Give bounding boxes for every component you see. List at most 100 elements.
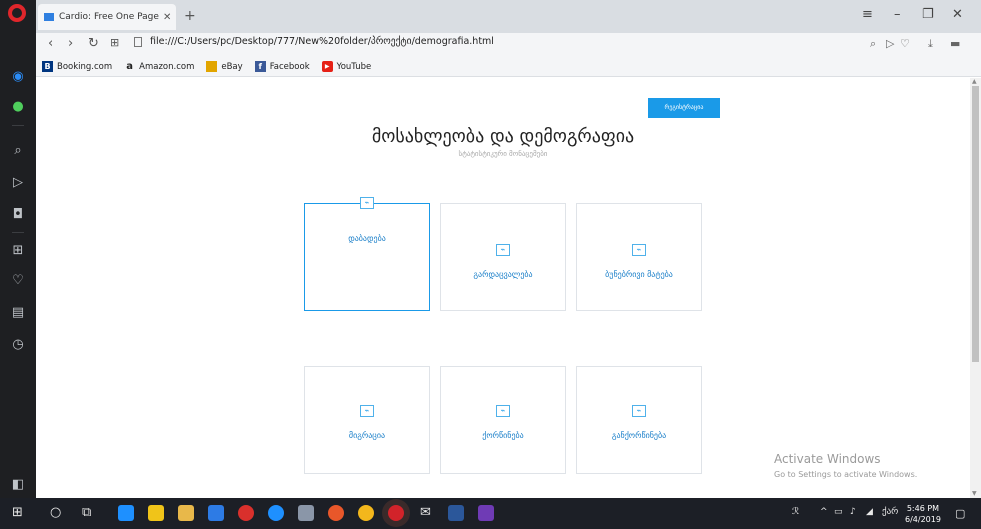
bookmark-ebay[interactable]: eBay <box>206 61 243 72</box>
heartbeat-icon: ⌁ <box>360 405 374 417</box>
bookmark-heart-icon[interactable]: ♡ <box>900 37 910 50</box>
opera-logo-icon[interactable] <box>8 4 26 22</box>
scroll-up-icon[interactable]: ▲ <box>972 78 977 85</box>
cortana-icon[interactable]: ○ <box>50 505 61 520</box>
facebook-icon: f <box>254 61 266 72</box>
bookmark-youtube[interactable]: ▶ YouTube <box>321 61 371 72</box>
speed-dial-button[interactable]: ⊞ <box>110 36 119 49</box>
opera-taskbar-icon[interactable] <box>388 505 404 521</box>
page-subtitle: სტატისტიკური მონაცემები <box>458 150 548 158</box>
restore-button[interactable]: ❐ <box>922 7 934 22</box>
sidebar-toggle-icon[interactable]: ◧ <box>9 476 27 494</box>
firefox-icon[interactable] <box>328 505 344 521</box>
language-indicator[interactable]: ქარ <box>882 507 898 517</box>
flow-send-icon[interactable]: ▷ <box>886 37 894 50</box>
heartbeat-icon: ⌁ <box>496 244 510 256</box>
bookmark-label: eBay <box>221 61 243 72</box>
clock-time: 5:46 PM <box>906 504 940 513</box>
action-center-icon[interactable]: ▢ <box>955 507 965 520</box>
reload-button[interactable]: ↻ <box>88 36 99 51</box>
app-icon[interactable] <box>208 505 224 521</box>
address-bar-row: ‹ › ↻ ⊞ file:///C:/Users/pc/Desktop/777/… <box>36 33 981 57</box>
chrome-icon[interactable] <box>358 505 374 521</box>
register-button[interactable]: რეგისტრაცია <box>648 98 720 118</box>
activate-windows-watermark: Activate Windows Go to Settings to activ… <box>774 452 917 479</box>
edge-icon[interactable] <box>118 505 134 521</box>
windows-taskbar: ⊞ ○ ⧉ ✉ ℛ ^ ▭ ♪ ◢ ქარ 5:46 PM 6/4/2019 ▢ <box>0 498 981 529</box>
search-icon[interactable]: ⌕ <box>9 142 27 160</box>
url-text: file:///C:/Users/pc/Desktop/777/New%20fo… <box>150 36 494 47</box>
battery-tray-icon[interactable]: ▭ <box>834 507 843 517</box>
volume-icon[interactable]: ♪ <box>850 507 856 517</box>
app-icon[interactable] <box>238 505 254 521</box>
card-birth[interactable]: ⌁ დაბადება <box>304 197 430 311</box>
store-icon[interactable] <box>148 505 164 521</box>
snapshot-icon[interactable]: ◘ <box>9 206 27 224</box>
watermark-subtitle: Go to Settings to activate Windows. <box>774 470 918 479</box>
start-icon[interactable]: ⊞ <box>12 505 23 520</box>
new-tab-button[interactable]: + <box>184 8 196 24</box>
ebay-icon <box>206 61 218 72</box>
bookmark-label: Booking.com <box>57 61 113 72</box>
page-content: რეგისტრაცია მოსახლეობა და დემოგრაფია სტა… <box>36 78 970 498</box>
card-death[interactable]: ⌁ გარდაცვალება <box>440 203 566 311</box>
whatsapp-icon[interactable]: ● <box>9 98 27 116</box>
forward-button[interactable]: › <box>68 36 73 51</box>
scrollbar-thumb[interactable] <box>972 86 979 362</box>
bookmarks-bar: B Booking.com a Amazon.com eBay f Facebo… <box>36 57 981 77</box>
address-bar[interactable]: file:///C:/Users/pc/Desktop/777/New%20fo… <box>134 36 494 47</box>
card-natural-growth[interactable]: ⌁ ბუნებრივი მატება <box>576 203 702 311</box>
minimize-button[interactable]: – <box>894 7 901 22</box>
battery-icon[interactable]: ▬ <box>950 37 960 50</box>
scroll-down-icon[interactable]: ▼ <box>972 490 977 497</box>
card-label: გარდაცვალება <box>473 270 533 279</box>
tray-chevron-icon[interactable]: ^ <box>820 507 828 517</box>
page-icon <box>134 36 142 47</box>
card-label: განქორწინება <box>611 431 667 440</box>
heartbeat-icon: ⌁ <box>632 244 646 256</box>
card-migration[interactable]: ⌁ მიგრაცია <box>304 366 430 474</box>
skype-icon[interactable] <box>268 505 284 521</box>
card-label: დაბადება <box>348 234 386 243</box>
search-icon[interactable]: ⌕ <box>870 37 876 51</box>
page-title: მოსახლეობა და დემოგრაფია <box>371 126 635 147</box>
taskbar-clock[interactable]: 5:46 PM 6/4/2019 <box>905 503 941 525</box>
app-icon[interactable] <box>298 505 314 521</box>
flow-icon[interactable]: ▷ <box>9 174 27 192</box>
back-button[interactable]: ‹ <box>48 36 53 51</box>
booking-icon: B <box>42 61 53 72</box>
tab-active[interactable]: Cardio: Free One Page Ten ✕ <box>38 4 176 30</box>
card-label: მიგრაცია <box>348 431 386 440</box>
tab-close-icon[interactable]: ✕ <box>163 12 171 23</box>
history-icon[interactable]: ◷ <box>9 336 27 354</box>
screen: ◉ ● ⌕ ▷ ◘ ⊞ ♡ ▤ ◷ ◧ Cardio: Free One Pag… <box>0 0 981 529</box>
word-icon[interactable] <box>448 505 464 521</box>
close-window-button[interactable]: ✕ <box>952 7 963 22</box>
task-view-icon[interactable]: ⧉ <box>82 505 91 520</box>
messenger-icon[interactable]: ◉ <box>9 68 27 86</box>
bookmark-booking[interactable]: B Booking.com <box>42 61 112 72</box>
card-marriage[interactable]: ⌁ ქორწინება <box>440 366 566 474</box>
page-scrollbar[interactable]: ▲ ▼ <box>970 78 981 498</box>
bookmark-label: Facebook <box>269 61 310 72</box>
youtube-icon: ▶ <box>321 61 333 72</box>
card-label: ქორწინება <box>482 431 524 440</box>
news-icon[interactable]: ▤ <box>9 304 27 322</box>
people-icon[interactable]: ℛ <box>792 507 799 517</box>
speed-dial-icon[interactable]: ⊞ <box>9 242 27 260</box>
easy-setup-icon[interactable]: ≡ <box>862 7 873 22</box>
network-icon[interactable]: ◢ <box>866 507 873 517</box>
card-divorce[interactable]: ⌁ განქორწინება <box>576 366 702 474</box>
file-explorer-icon[interactable] <box>178 505 194 521</box>
heart-icon[interactable]: ♡ <box>9 272 27 290</box>
download-icon[interactable]: ⤓ <box>928 37 933 51</box>
sidebar-divider <box>12 232 24 233</box>
bookmark-label: Amazon.com <box>139 61 195 72</box>
heartbeat-icon: ⌁ <box>360 197 374 209</box>
bookmark-amazon[interactable]: a Amazon.com <box>124 61 194 72</box>
sidebar-divider <box>12 125 24 126</box>
bookmark-facebook[interactable]: f Facebook <box>254 61 310 72</box>
app-icon[interactable] <box>478 505 494 521</box>
mail-icon[interactable]: ✉ <box>420 505 431 520</box>
tab-title: Cardio: Free One Page Ten <box>59 12 159 22</box>
